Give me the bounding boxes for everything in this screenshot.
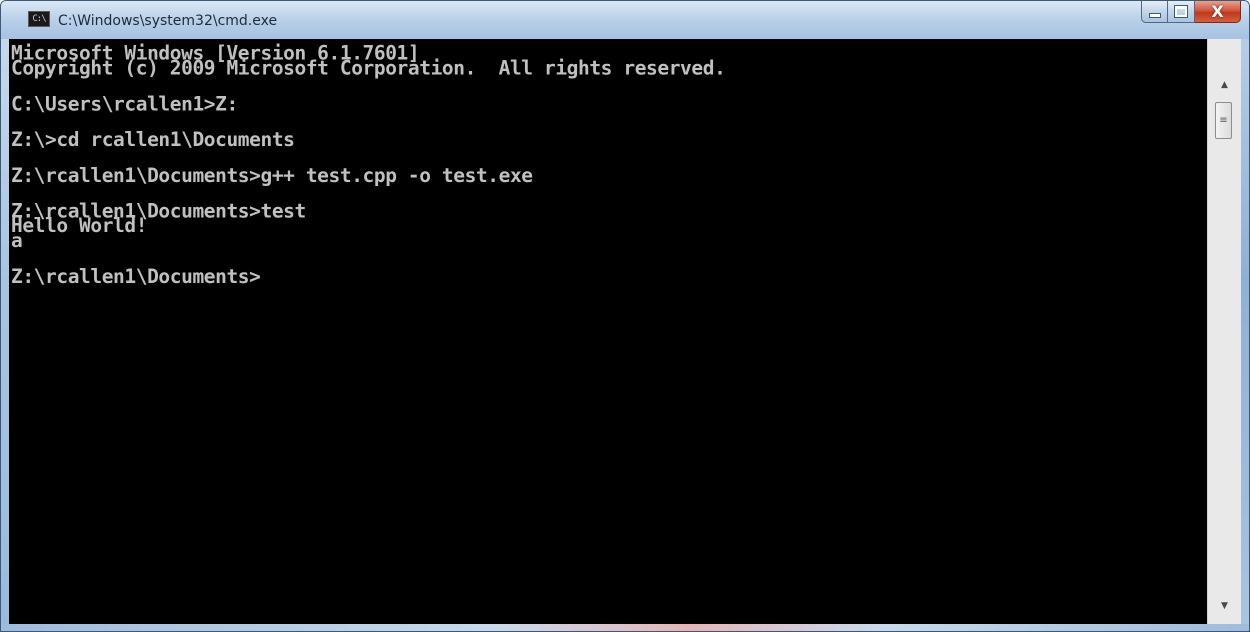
cmd-window: C:\ C:\Windows\system32\cmd.exe X Micros… (0, 0, 1250, 632)
cmd-icon[interactable]: C:\ (28, 11, 50, 27)
console-line: Copyright (c) 2009 Microsoft Corporation… (11, 56, 726, 80)
close-button[interactable]: X (1195, 1, 1241, 23)
minimize-button[interactable] (1141, 1, 1168, 23)
maximize-button[interactable] (1168, 1, 1195, 23)
window-frame-right (1241, 39, 1249, 631)
console-line: Z:\>cd rcallen1\Documents (11, 128, 295, 151)
window-controls: X (1141, 1, 1241, 23)
scroll-down-arrow-icon[interactable]: ▼ (1208, 596, 1241, 616)
console-text: Microsoft Windows [Version 6.1.7601] Copy… (9, 39, 1207, 288)
vertical-scrollbar[interactable]: ▲ ≡ ▼ (1207, 39, 1241, 624)
console-line: C:\Users\rcallen1>Z: (11, 92, 238, 116)
maximize-icon (1174, 5, 1188, 18)
close-icon: X (1211, 2, 1224, 21)
window-title: C:\Windows\system32\cmd.exe (58, 13, 278, 29)
console-output[interactable]: Microsoft Windows [Version 6.1.7601] Copy… (9, 39, 1207, 624)
minimize-icon (1148, 13, 1161, 18)
console-line: Z:\rcallen1\Documents> (11, 265, 261, 288)
scroll-thumb[interactable]: ≡ (1215, 102, 1232, 139)
title-bar[interactable]: C:\ C:\Windows\system32\cmd.exe X (1, 1, 1249, 39)
console-line: Z:\rcallen1\Documents>test (11, 200, 306, 223)
window-frame-bottom (1, 624, 1249, 631)
console-line: a (11, 229, 23, 253)
console-line: Z:\rcallen1\Documents>g++ test.cpp -o te… (11, 164, 533, 187)
scroll-up-arrow-icon[interactable]: ▲ (1208, 75, 1241, 95)
